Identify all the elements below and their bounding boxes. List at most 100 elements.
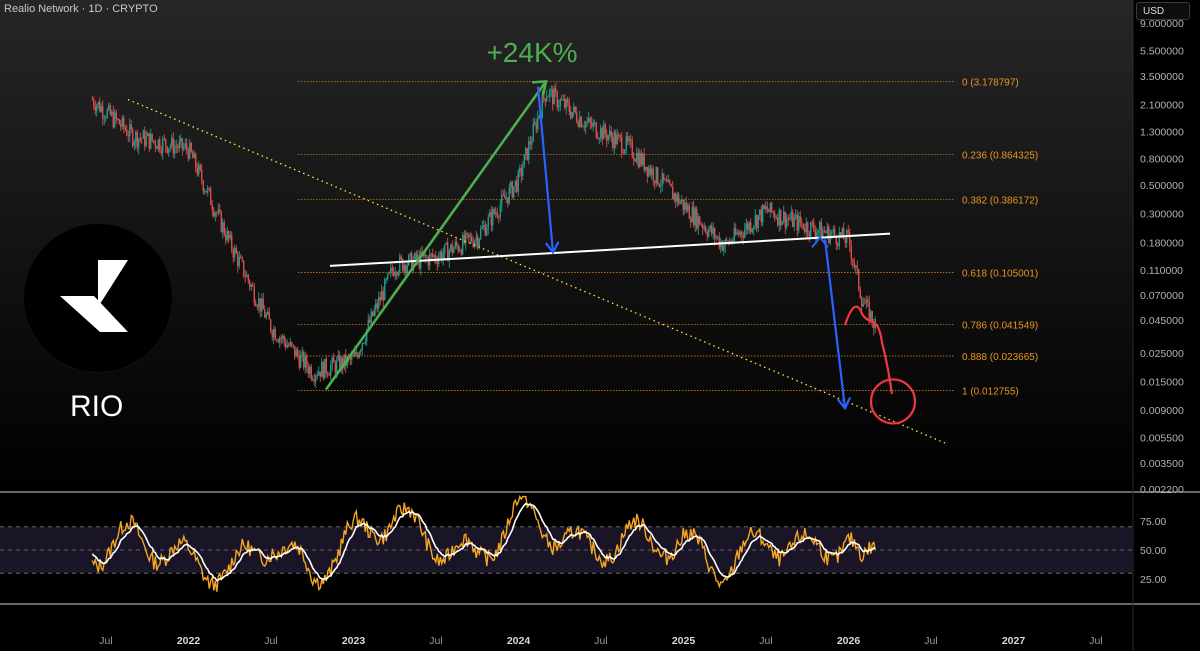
candle-body [193,153,195,159]
candle-body [541,95,543,119]
candle-body [697,216,699,229]
candle-body [684,202,686,210]
time-axis-tick: 2024 [507,635,531,647]
candle-body [735,228,737,235]
candle-body [675,193,677,202]
candle-body [628,139,630,142]
candle-body [279,337,281,343]
candle-body [297,349,299,356]
candle-body [469,236,471,238]
candle-body [312,378,314,380]
candle-body [763,205,765,209]
candle-body [102,106,104,119]
candle-body [400,256,402,259]
candle-body [531,141,533,145]
candle-body [111,111,113,115]
candle-body [409,253,411,256]
candle-body [436,260,438,265]
time-axis-tick: Jul [99,635,112,647]
candle-body [244,276,246,278]
candle-body [634,160,636,162]
candle-body [318,371,320,376]
time-axis-tick: Jul [1089,635,1102,647]
candle-body [726,239,728,242]
candle-body [528,141,530,160]
candle-body [736,232,738,235]
candle-body [663,173,665,181]
candle-body [772,211,774,214]
candle-body [774,213,776,219]
candle-body [783,211,785,222]
candle-body [555,88,557,92]
candle-body [198,164,200,175]
candle-body [594,122,596,124]
candle-body [672,186,674,200]
candle-body [627,136,629,142]
candle-body [670,184,672,187]
candle-body [186,143,188,150]
candle-body [114,112,116,127]
candle-body [792,211,794,227]
candle-body [229,234,231,239]
candle-body [454,242,456,248]
candle-body [643,153,645,171]
candle-body [814,230,816,237]
candle-body [181,138,183,149]
candle-body [573,106,575,112]
candle-body [424,254,426,258]
candle-body [645,166,647,171]
candle-body [586,121,588,123]
candle-body [190,143,192,152]
candle-body [480,228,482,239]
candle-body [705,227,707,233]
candle-body [769,202,771,213]
candle-body [837,244,839,246]
candle-body [489,212,491,217]
candle-body [481,226,483,229]
candle-body [679,201,681,204]
candle-body [666,179,668,183]
candle-body [579,117,581,127]
candle-body [807,222,809,234]
candle-body [823,230,825,232]
candle-body [216,212,218,214]
candle-body [681,199,683,202]
candle-body [744,229,746,238]
candle-body [601,127,603,140]
candle-body [226,231,228,241]
candle-body [415,253,417,261]
candle-body [808,233,810,237]
candle-body [151,133,153,141]
candle-body [853,262,855,267]
candle-body [478,238,480,247]
candle-body [268,311,270,320]
candle-body [379,297,381,301]
fib-level-label: 0.888 (0.023665) [962,352,1038,363]
candle-body [640,153,642,165]
currency-button[interactable]: USD [1136,2,1190,20]
candle-body [451,244,453,253]
candle-body [576,112,578,122]
candle-body [141,138,143,140]
candle-body [258,298,260,308]
candle-body [220,211,222,232]
candle-body [712,228,714,234]
candle-body [456,242,458,246]
candle-body [832,228,834,233]
candle-body [802,223,804,230]
candle-body [468,233,470,238]
candle-body [184,143,186,147]
candle-body [261,298,263,312]
candle-body [93,99,95,107]
candle-body [232,249,234,258]
candle-body [813,222,815,231]
time-axis-tick: Jul [759,635,772,647]
candle-body [328,375,330,376]
candle-body [309,366,311,374]
fib-level-label: 0 (3.178797) [962,77,1019,88]
candle-body [637,152,639,167]
candle-body [271,331,273,338]
candle-body [165,139,167,147]
candle-body [699,216,701,225]
candle-body [621,137,623,153]
